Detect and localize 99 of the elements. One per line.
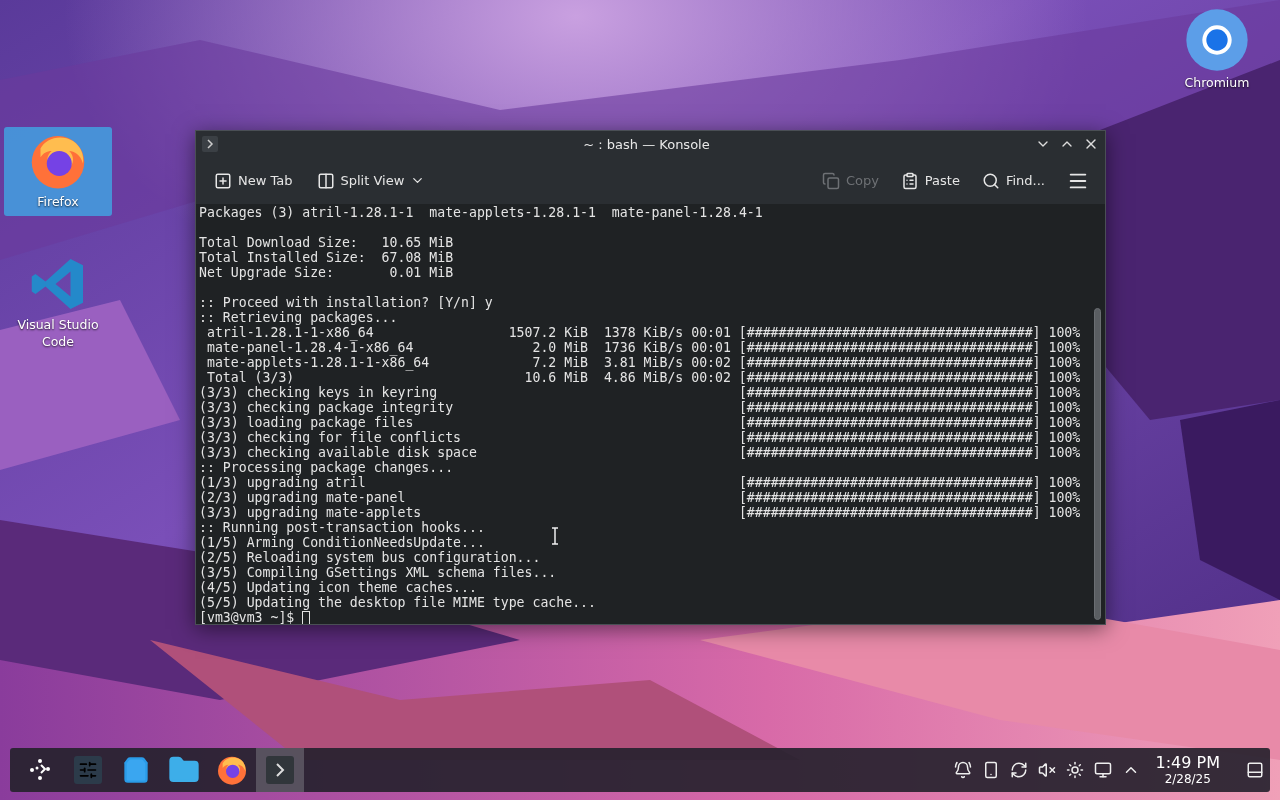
clock-time[interactable]: 1:49 PM: [1155, 754, 1220, 772]
desktop-shortcut[interactable]: Chromium: [1163, 4, 1271, 97]
step-text: (3/3) checking available disk space: [199, 445, 477, 460]
terminal-line: Net Upgrade Size: 0.01 MiB: [199, 265, 454, 280]
paste-button[interactable]: Paste: [894, 167, 966, 194]
percent-text: 100%: [1048, 445, 1081, 460]
split-view-button[interactable]: Split View: [310, 167, 432, 194]
tray-button[interactable]: [1093, 761, 1112, 779]
muted-speaker-icon: [1037, 761, 1056, 779]
chromium-icon: [1185, 8, 1249, 72]
terminal-line: :: Retrieving packages...: [199, 310, 398, 325]
package-name: atril-1.28.1-1-x86_64: [206, 325, 374, 340]
elapsed-time: 00:02: [691, 355, 731, 370]
download-size: 7.2 MiB: [531, 355, 588, 370]
progress-bar-text: [####################################]: [738, 370, 1041, 385]
step-text: (2/3) upgrading mate-panel: [199, 490, 406, 505]
percent-text: 100%: [1048, 340, 1081, 355]
tray-button[interactable]: [1009, 761, 1028, 779]
progress-bar-text: [####################################]: [738, 385, 1041, 400]
step-text: (3/3) checking keys in keyring: [199, 385, 438, 400]
step-text: (3/3) loading package files: [199, 415, 414, 430]
launcher-icon: [28, 758, 52, 782]
sun-icon: [1065, 761, 1084, 779]
text-cursor: [302, 611, 311, 624]
terminal-line: Total Installed Size: 67.08 MiB: [199, 250, 454, 265]
terminal-line: :: Proceed with installation? [Y/n] y: [199, 295, 493, 310]
progress-bar-text: [####################################]: [738, 475, 1041, 490]
step-text: (3/3) checking for file conflicts: [199, 430, 461, 445]
new-tab-button[interactable]: New Tab: [208, 167, 299, 194]
terminal-line: (2/5) Reloading system bus configuration...: [199, 550, 541, 565]
shortcut-label: Chromium: [1184, 74, 1250, 91]
search-icon: [981, 171, 1000, 190]
progress-bar-text: [####################################]: [738, 325, 1041, 340]
shell-prompt: [vm3@vm3 ~]$: [199, 610, 296, 624]
progress-bar-text: [####################################]: [738, 340, 1041, 355]
shortcut-label: Visual Studio Code: [16, 316, 100, 350]
progress-bar-text: [####################################]: [738, 505, 1041, 520]
terminal-line: Total Download Size: 10.65 MiB: [199, 235, 454, 250]
percent-text: 100%: [1048, 355, 1081, 370]
new-tab-icon: [214, 171, 232, 190]
percent-text: 100%: [1048, 490, 1081, 505]
window-title: ~ : bash — Konsole: [582, 136, 711, 152]
download-rate: 3.81 MiB/s: [603, 355, 684, 370]
download-rate: 1378 KiB/s: [603, 325, 684, 340]
progress-bar-text: [####################################]: [738, 355, 1041, 370]
monitor-icon: [1093, 761, 1112, 779]
download-size: 10.6 MiB: [523, 370, 588, 385]
elapsed-time: 00:01: [691, 340, 731, 355]
text-cursor-icon: [551, 527, 559, 545]
desktop-shortcut[interactable]: Visual Studio Code: [4, 250, 112, 356]
clipboard-icon: [900, 171, 919, 190]
percent-text: 100%: [1048, 385, 1081, 400]
download-rate: 1736 KiB/s: [603, 340, 684, 355]
download-size: 1507.2 KiB: [508, 325, 588, 340]
step-text: (3/3) upgrading mate-applets: [199, 505, 422, 520]
elapsed-time: 00:01: [691, 325, 731, 340]
clock-date[interactable]: 2/28/25: [1164, 772, 1211, 786]
scrollbar-thumb[interactable]: [1094, 308, 1101, 620]
download-rate: 4.86 MiB/s: [603, 370, 684, 385]
percent-text: 100%: [1048, 475, 1081, 490]
bell-icon: [953, 761, 972, 779]
progress-bar-text: [####################################]: [738, 445, 1041, 460]
progress-bar-text: [####################################]: [738, 490, 1041, 505]
percent-text: 100%: [1048, 370, 1081, 385]
progress-bar-text: [####################################]: [738, 400, 1041, 415]
progress-bar-text: [####################################]: [738, 415, 1041, 430]
percent-text: 100%: [1048, 430, 1081, 445]
progress-bar-text: [####################################]: [738, 430, 1041, 445]
percent-text: 100%: [1048, 505, 1081, 520]
terminal-line: :: Processing package changes...: [199, 460, 454, 475]
settings-icon: [74, 756, 102, 784]
terminal-line: :: Running post-transaction hooks...: [199, 520, 485, 535]
tray-button[interactable]: [1065, 761, 1084, 779]
package-name: mate-applets-1.28.1-1-x86_64: [206, 355, 430, 370]
step-text: (3/3) checking package integrity: [199, 400, 454, 415]
terminal-line: (5/5) Updating the desktop file MIME type cache...: [199, 595, 596, 610]
copy-icon: [821, 171, 840, 190]
elapsed-time: 00:02: [691, 370, 731, 385]
find-button[interactable]: Find...: [975, 167, 1051, 194]
percent-text: 100%: [1048, 415, 1081, 430]
percent-text: 100%: [1048, 400, 1081, 415]
shortcut-label: Firefox: [37, 193, 79, 210]
terminal-line: (1/5) Arming ConditionNeedsUpdate...: [199, 535, 485, 550]
percent-text: 100%: [1048, 325, 1081, 340]
show-desktop-button[interactable]: [1246, 761, 1264, 779]
download-size: 2.0 MiB: [531, 340, 588, 355]
step-text: (1/3) upgrading atril: [199, 475, 366, 490]
terminal-icon: [202, 136, 218, 152]
terminal-icon: [266, 756, 294, 784]
refresh-icon: [1009, 761, 1028, 779]
terminal-line: (4/5) Updating icon theme caches...: [199, 580, 477, 595]
tray-button[interactable]: [1037, 761, 1056, 779]
terminal-line: (3/5) Compiling GSettings XML schema files...: [199, 565, 557, 580]
tray-button[interactable]: [953, 761, 972, 779]
split-view-icon: [316, 171, 335, 190]
terminal-line: Packages (3) atril-1.28.1-1 mate-applets-1.28.1-1 mate-panel-1.28.4-1: [199, 205, 763, 220]
package-name: Total (3/3): [206, 370, 295, 385]
firefox-icon: [216, 754, 248, 786]
package-name: mate-panel-1.28.4-1-x86_64: [206, 340, 414, 355]
